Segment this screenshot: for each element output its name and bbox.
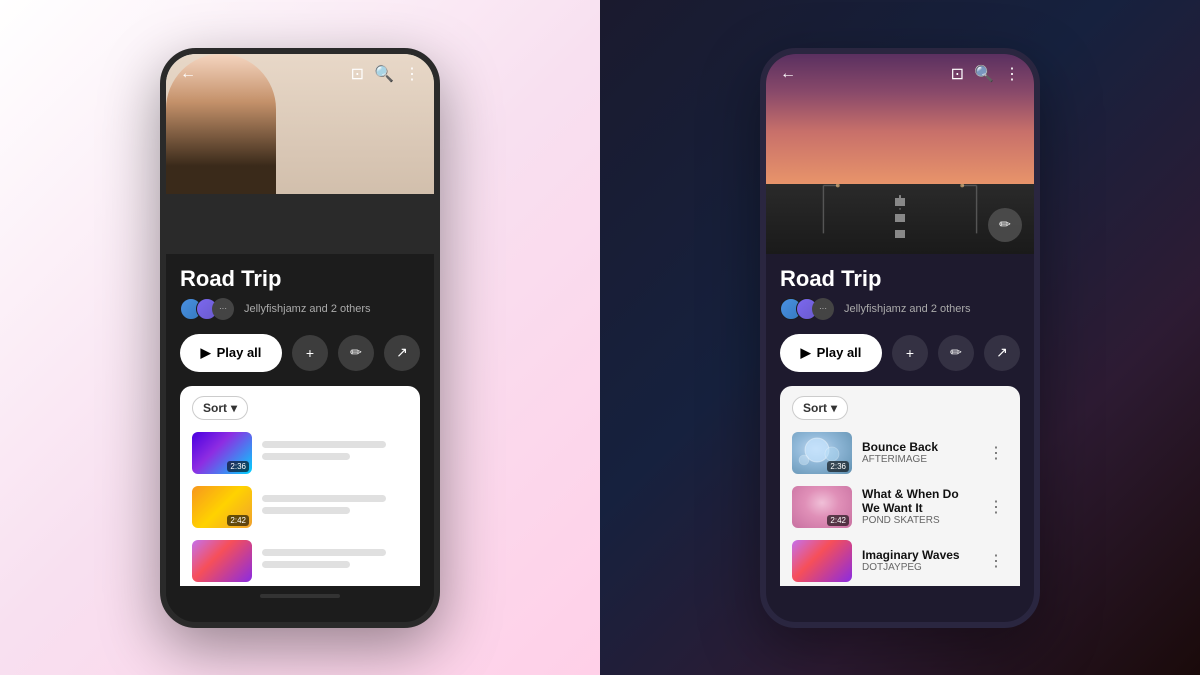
action-row-left: ▶ Play all + ✏ ↗ bbox=[180, 334, 420, 372]
cast-icon-left[interactable]: ⊡ bbox=[351, 64, 364, 84]
duration-badge-1-right: 2:36 bbox=[827, 461, 849, 472]
duration-badge-1-left: 2:36 bbox=[227, 461, 249, 472]
track-thumb-2-left: 2:42 bbox=[192, 486, 252, 528]
more-avatar-right: ··· bbox=[812, 298, 834, 320]
phone-light: ← ⊡ 🔍 ⋮ Road Trip bbox=[160, 48, 440, 628]
collaborators-left: ··· Jellyfishjamz and 2 others bbox=[180, 298, 420, 320]
skeleton-artist-1 bbox=[262, 453, 350, 460]
phone-dark: ← ⊡ 🔍 ⋮ bbox=[760, 48, 1040, 628]
list-item bbox=[192, 536, 408, 586]
track-artist-2-right: POND SKATERS bbox=[862, 515, 974, 526]
top-bar-left: ← ⊡ 🔍 ⋮ bbox=[166, 54, 434, 94]
sort-btn-right[interactable]: Sort ▾ bbox=[792, 396, 848, 420]
playlist-title-left: Road Trip bbox=[180, 266, 420, 292]
track-info-2-right: What & When Do We Want It POND SKATERS bbox=[862, 487, 974, 526]
track-thumb-1-right: 2:36 bbox=[792, 432, 852, 474]
skeleton-title-1 bbox=[262, 441, 386, 448]
chevron-down-icon-right: ▾ bbox=[831, 401, 837, 415]
list-item: 2:42 What & When Do We Want It POND SKAT… bbox=[792, 482, 1008, 532]
track-more-1-right[interactable]: ⋮ bbox=[984, 439, 1008, 467]
home-indicator-left bbox=[180, 586, 420, 606]
sort-label-left: Sort bbox=[203, 401, 227, 415]
top-bar-right: ← ⊡ 🔍 ⋮ bbox=[766, 54, 1034, 94]
playlist-title-right: Road Trip bbox=[780, 266, 1020, 292]
share-btn-left[interactable]: ↗ bbox=[384, 335, 420, 371]
play-icon-right: ▶ bbox=[801, 345, 811, 361]
add-btn-left[interactable]: + bbox=[292, 335, 328, 371]
content-right: Road Trip ··· Jellyfishjamz and 2 others… bbox=[766, 254, 1034, 586]
collab-text-left: Jellyfishjamz and 2 others bbox=[244, 303, 371, 315]
skeleton-title-3 bbox=[262, 549, 386, 556]
sort-section-right: Sort ▾ 2:36 bbox=[780, 386, 1020, 586]
track-info-3-right: Imaginary Waves DOTJAYPEG bbox=[862, 548, 974, 573]
track-artist-3-right: DOTJAYPEG bbox=[862, 562, 974, 573]
track-info-1-right: Bounce Back AFTERIMAGE bbox=[862, 440, 974, 465]
track-thumb-3-left bbox=[192, 540, 252, 582]
track-title-1-right: Bounce Back bbox=[862, 440, 974, 454]
play-all-label-right: Play all bbox=[817, 345, 862, 360]
content-left: Road Trip ··· Jellyfishjamz and 2 others… bbox=[166, 254, 434, 606]
indicator-bar-left bbox=[260, 594, 340, 598]
track-info-2-left bbox=[262, 495, 408, 519]
track-list-right: 2:36 Bounce Back AFTERIMAGE ⋮ 2:42 bbox=[792, 428, 1008, 586]
track-info-3-left bbox=[262, 549, 408, 573]
skeleton-title-2 bbox=[262, 495, 386, 502]
track-thumb-3-right bbox=[792, 540, 852, 582]
track-more-2-right[interactable]: ⋮ bbox=[984, 493, 1008, 521]
collaborators-right: ··· Jellyfishjamz and 2 others bbox=[780, 298, 1020, 320]
track-thumb-2-right: 2:42 bbox=[792, 486, 852, 528]
search-icon-right[interactable]: 🔍 bbox=[974, 64, 994, 84]
right-panel: ← ⊡ 🔍 ⋮ bbox=[600, 0, 1200, 675]
list-item: 2:36 Bounce Back AFTERIMAGE ⋮ bbox=[792, 428, 1008, 478]
edit-icon-overlay: ✏ bbox=[999, 216, 1011, 233]
sort-label-right: Sort bbox=[803, 401, 827, 415]
edit-btn-right[interactable]: ✏ bbox=[938, 335, 974, 371]
cast-icon-right[interactable]: ⊡ bbox=[951, 64, 964, 84]
action-row-right: ▶ Play all + ✏ ↗ bbox=[780, 334, 1020, 372]
more-icon-left[interactable]: ⋮ bbox=[404, 64, 420, 84]
track-more-3-right[interactable]: ⋮ bbox=[984, 547, 1008, 575]
left-panel: ← ⊡ 🔍 ⋮ Road Trip bbox=[0, 0, 600, 675]
car-interior bbox=[166, 194, 434, 254]
play-all-btn-right[interactable]: ▶ Play all bbox=[780, 334, 882, 372]
search-icon-left[interactable]: 🔍 bbox=[374, 64, 394, 84]
track-thumb-1-left: 2:36 bbox=[192, 432, 252, 474]
more-avatar-left: ··· bbox=[212, 298, 234, 320]
edit-btn-left[interactable]: ✏ bbox=[338, 335, 374, 371]
track-artist-1-right: AFTERIMAGE bbox=[862, 454, 974, 465]
track-list-left: 2:36 2:42 bbox=[192, 428, 408, 586]
list-item: Imaginary Waves DOTJAYPEG ⋮ bbox=[792, 536, 1008, 586]
play-icon-left: ▶ bbox=[201, 345, 211, 361]
edit-overlay-btn[interactable]: ✏ bbox=[988, 208, 1022, 242]
list-item: 2:42 bbox=[192, 482, 408, 532]
skeleton-artist-3 bbox=[262, 561, 350, 568]
duration-badge-2-right: 2:42 bbox=[827, 515, 849, 526]
track-info-1-left bbox=[262, 441, 408, 465]
more-icon-right[interactable]: ⋮ bbox=[1004, 64, 1020, 84]
track-title-2-right: What & When Do We Want It bbox=[862, 487, 974, 515]
list-item: 2:36 bbox=[192, 428, 408, 478]
sort-section-left: Sort ▾ 2:36 bbox=[180, 386, 420, 586]
share-btn-right[interactable]: ↗ bbox=[984, 335, 1020, 371]
back-icon-left[interactable]: ← bbox=[180, 65, 196, 83]
skeleton-artist-2 bbox=[262, 507, 350, 514]
collab-text-right: Jellyfishjamz and 2 others bbox=[844, 303, 971, 315]
duration-badge-2-left: 2:42 bbox=[227, 515, 249, 526]
play-all-label-left: Play all bbox=[217, 345, 262, 360]
play-all-btn-left[interactable]: ▶ Play all bbox=[180, 334, 282, 372]
back-icon-right[interactable]: ← bbox=[780, 65, 796, 83]
chevron-down-icon-left: ▾ bbox=[231, 401, 237, 415]
add-btn-right[interactable]: + bbox=[892, 335, 928, 371]
sort-btn-left[interactable]: Sort ▾ bbox=[192, 396, 248, 420]
track-title-3-right: Imaginary Waves bbox=[862, 548, 974, 562]
